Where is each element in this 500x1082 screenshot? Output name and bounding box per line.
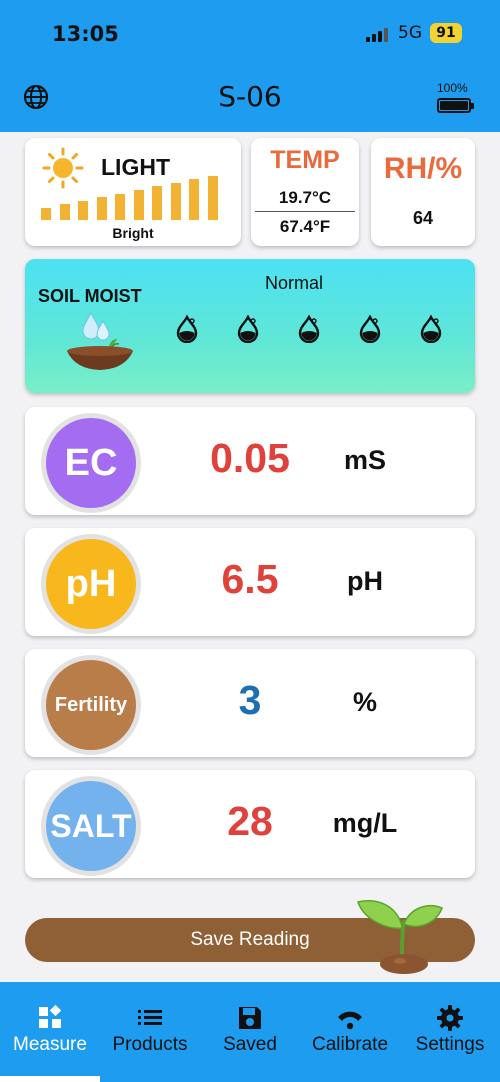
tab-settings-label: Settings (415, 1034, 485, 1055)
metric-card-ph: pH 6.5 pH (25, 528, 475, 636)
humidity-label: RH/% (383, 152, 463, 185)
humidity-value: 64 (412, 208, 434, 228)
water-drop-icon (358, 314, 382, 344)
ph-unit: pH (347, 566, 383, 596)
network-type: 5G (398, 23, 422, 43)
tab-measure-label: Measure (13, 1034, 87, 1055)
fertility-label: Fertility (54, 693, 128, 716)
measure-icon (39, 1004, 62, 1028)
light-bar (59, 204, 70, 220)
tab-saved-label: Saved (223, 1034, 277, 1055)
list-icon (138, 1010, 162, 1025)
status-time: 13:05 (52, 22, 119, 46)
salt-value: 28 (227, 798, 273, 844)
soil-water-icon (67, 311, 133, 370)
soil-moist-status: Normal (265, 273, 324, 293)
temp-celsius: 19.7°C (278, 188, 332, 207)
light-bar (152, 186, 162, 220)
ec-unit: mS (343, 445, 387, 475)
light-bar (41, 208, 51, 220)
light-card: LIGHT Bright (25, 138, 241, 246)
tab-settings[interactable]: Settings (400, 982, 500, 1082)
temp-fahrenheit: 67.4°F (279, 217, 331, 236)
device-title: S-06 (218, 80, 282, 113)
active-tab-indicator (0, 1076, 100, 1082)
ec-value: 0.05 (210, 435, 290, 481)
ph-label: pH (65, 562, 117, 605)
tab-products-label: Products (112, 1034, 188, 1055)
sprout-icon (357, 900, 443, 974)
fertility-badge: Fertility (41, 655, 141, 755)
temp-card: TEMP 19.7°C 67.4°F (251, 138, 359, 246)
metric-card-fertility: Fertility 3 % (25, 649, 475, 757)
calibrate-icon (338, 1011, 362, 1030)
salt-label: SALT (50, 807, 132, 844)
tab-measure[interactable]: Measure (0, 982, 100, 1082)
humidity-card: RH/% 64 (371, 138, 475, 246)
soil-moist-card: SOIL MOIST Normal (25, 259, 475, 393)
metric-card-salt: SALT 28 mg/L (25, 770, 475, 878)
salt-badge: SALT (41, 776, 141, 876)
ec-label: EC (64, 441, 118, 484)
ec-badge: EC (41, 413, 141, 513)
salt-unit: mg/L (332, 808, 398, 838)
temp-label: TEMP (270, 146, 340, 174)
temp-divider (255, 211, 355, 212)
app-header: 13:05 5G 91 S-06 100% (0, 0, 500, 132)
light-bar (78, 200, 88, 220)
fertility-unit: % (352, 687, 377, 717)
light-value: Bright (112, 225, 154, 241)
light-bar (207, 175, 218, 220)
device-battery-icon (437, 98, 474, 113)
cellular-signal-icon (366, 26, 392, 42)
tab-bar: Measure Products Saved Calibrate Setting… (0, 982, 500, 1082)
tab-calibrate[interactable]: Calibrate (300, 982, 400, 1082)
gear-icon (437, 1005, 463, 1031)
light-level-bars (41, 175, 227, 220)
light-bar (96, 197, 107, 220)
water-drop-icon (175, 314, 199, 344)
light-bar (115, 193, 125, 220)
light-bar (189, 179, 199, 220)
water-drop-icon (419, 314, 443, 344)
metric-card-ec: EC 0.05 mS (25, 407, 475, 515)
soil-moist-label: SOIL MOIST (38, 286, 142, 306)
tab-saved[interactable]: Saved (200, 982, 300, 1082)
water-drop-icon (297, 314, 321, 344)
tab-products[interactable]: Products (100, 982, 200, 1082)
device-battery-percent: 100% (437, 81, 468, 95)
fertility-value: 3 (238, 677, 262, 723)
tab-calibrate-label: Calibrate (311, 1034, 389, 1055)
light-bar (170, 182, 181, 220)
ph-badge: pH (41, 534, 141, 634)
water-drop-icon (236, 314, 260, 344)
floppy-icon (239, 1007, 261, 1029)
ph-value: 6.5 (221, 556, 279, 602)
phone-battery-badge: 91 (430, 23, 462, 43)
light-bar (133, 190, 144, 220)
